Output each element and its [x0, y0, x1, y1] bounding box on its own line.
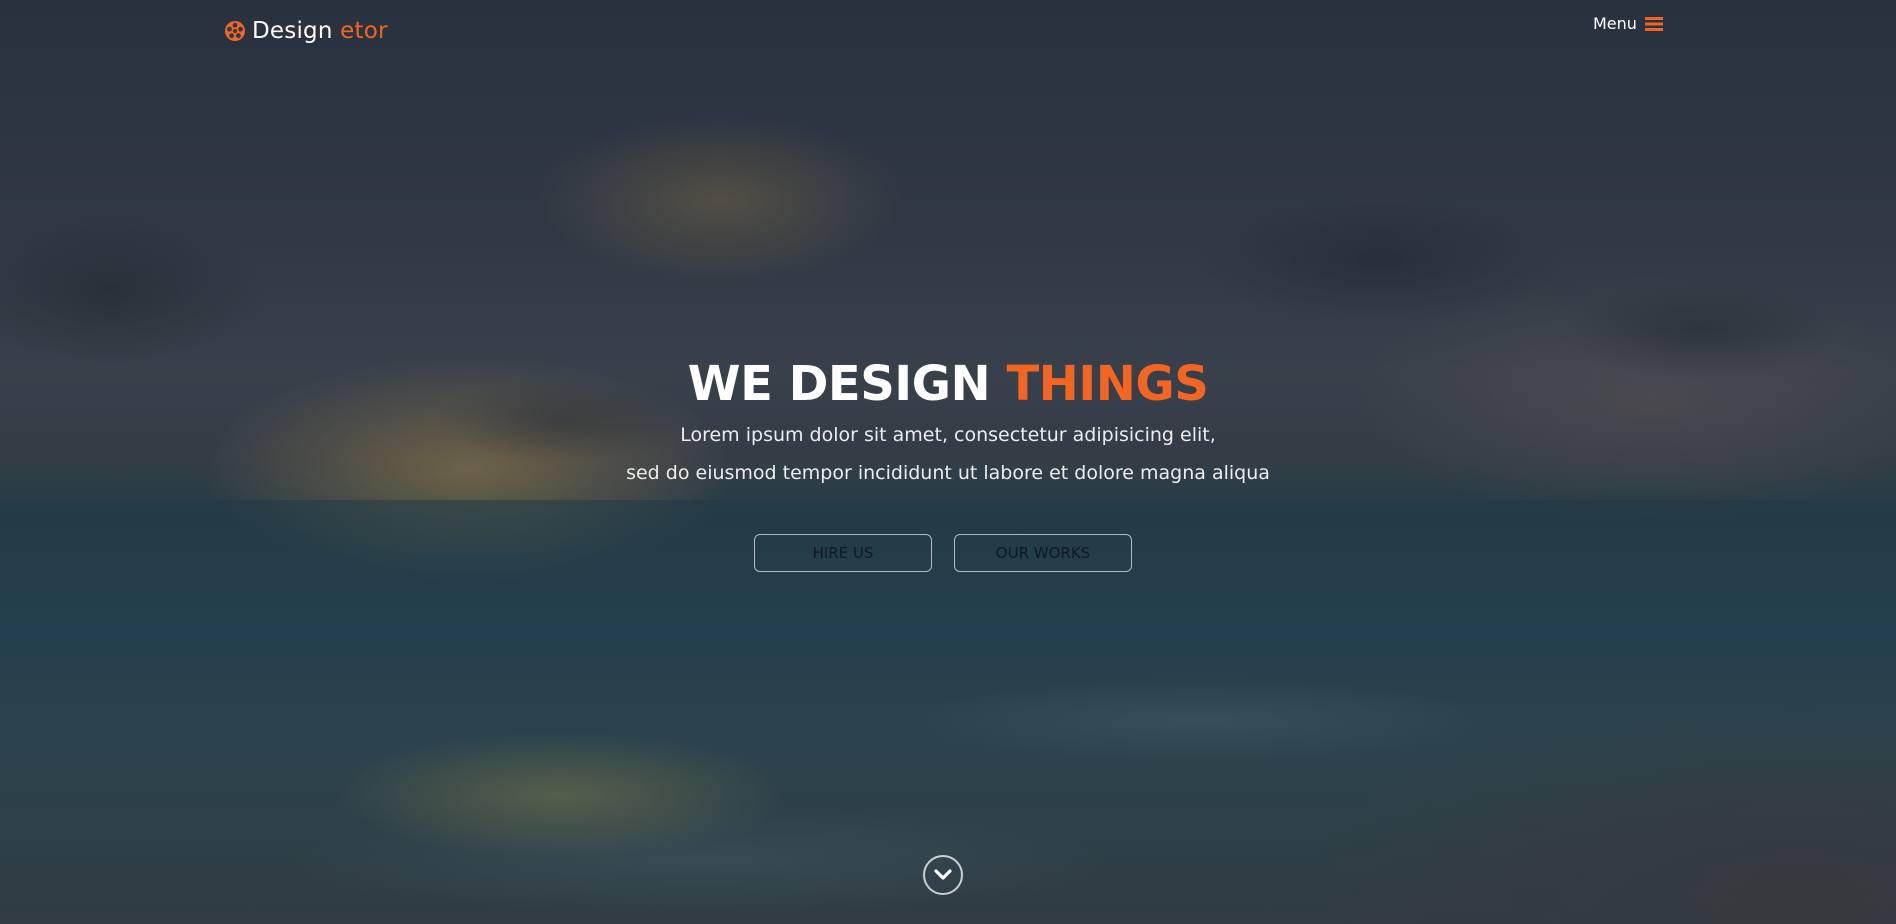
scroll-down-button[interactable]	[923, 855, 963, 895]
hamburger-icon	[1644, 16, 1663, 32]
headline-accent: THINGS	[1006, 356, 1209, 412]
chevron-down-icon	[934, 869, 952, 881]
hero-headline: WE DESIGN THINGS	[0, 352, 1896, 416]
hero-lead-line-1: Lorem ipsum dolor sit amet, consectetur …	[680, 424, 1216, 446]
menu-toggle[interactable]: Menu	[1593, 14, 1663, 33]
navbar: Design etor Menu	[0, 0, 1896, 66]
film-reel-icon	[224, 20, 246, 42]
menu-label: Menu	[1593, 14, 1637, 33]
our-works-button[interactable]: OUR WORKS	[954, 534, 1132, 572]
brand-name-accent: etor	[340, 18, 388, 44]
brand-name-main: Design	[252, 18, 333, 44]
brand-logo-link[interactable]: Design etor	[224, 18, 388, 44]
headline-main: WE DESIGN	[687, 356, 991, 412]
hero-section: Design etor Menu WE DESIGN THINGS Lorem …	[0, 0, 1896, 924]
brand-name: Design etor	[252, 18, 388, 44]
hire-us-button[interactable]: HIRE US	[754, 534, 932, 572]
hero-lead-line-2: sed do eiusmod tempor incididunt ut labo…	[626, 462, 1270, 484]
